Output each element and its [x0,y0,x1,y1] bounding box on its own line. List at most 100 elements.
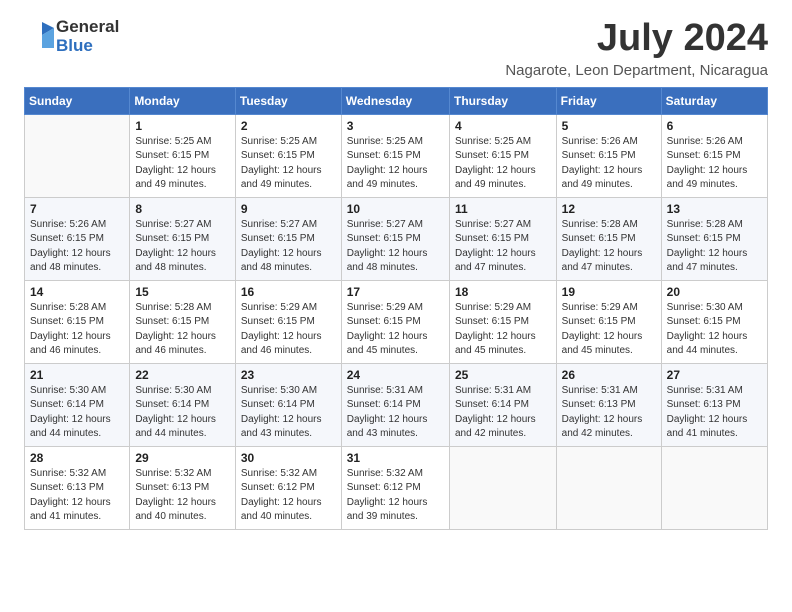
day-info: Sunrise: 5:28 AMSunset: 6:15 PMDaylight:… [30,301,124,359]
weekday-header-tuesday: Tuesday [235,87,341,114]
day-number: 14 [30,285,124,299]
day-info: Sunrise: 5:30 AMSunset: 6:14 PMDaylight:… [135,384,230,442]
weekday-header-saturday: Saturday [661,87,767,114]
day-info: Sunrise: 5:27 AMSunset: 6:15 PMDaylight:… [347,218,444,276]
calendar-body: 1Sunrise: 5:25 AMSunset: 6:15 PMDaylight… [25,114,768,529]
weekday-header-row: SundayMondayTuesdayWednesdayThursdayFrid… [25,87,768,114]
day-info: Sunrise: 5:27 AMSunset: 6:15 PMDaylight:… [455,218,551,276]
day-info: Sunrise: 5:32 AMSunset: 6:13 PMDaylight:… [30,467,124,525]
day-number: 4 [455,119,551,133]
day-number: 7 [30,202,124,216]
calendar-cell: 20Sunrise: 5:30 AMSunset: 6:15 PMDayligh… [661,280,767,363]
day-number: 21 [30,368,124,382]
calendar-cell: 16 Sunrise: 5:29 AMSunset: 6:15 PMDayligh… [235,280,341,363]
calendar-cell: 19 Sunrise: 5:29 AMSunset: 6:15 PMDayligh… [556,280,661,363]
calendar-cell: 26 Sunrise: 5:31 AMSunset: 6:13 PMDayligh… [556,363,661,446]
calendar-cell: 8Sunrise: 5:27 AMSunset: 6:15 PMDaylight… [130,197,236,280]
day-number: 17 [347,285,444,299]
day-number: 12 [562,202,656,216]
weekday-header-thursday: Thursday [449,87,556,114]
day-number: 11 [455,202,551,216]
day-number: 10 [347,202,444,216]
calendar-cell: 1Sunrise: 5:25 AMSunset: 6:15 PMDaylight… [130,114,236,197]
weekday-header-monday: Monday [130,87,236,114]
day-number: 5 [562,119,656,133]
day-info: Sunrise: 5:32 AMSunset: 6:12 PMDaylight:… [241,467,336,525]
weekday-header-friday: Friday [556,87,661,114]
day-info: Sunrise: 5:29 AMSunset: 6:15 PMDaylight:… [562,301,656,359]
day-number: 16 [241,285,336,299]
day-number: 8 [135,202,230,216]
day-info: Sunrise: 5:30 AMSunset: 6:15 PMDaylight:… [667,301,762,359]
day-info: Sunrise: 5:28 AMSunset: 6:15 PMDaylight:… [135,301,230,359]
calendar-cell: 14 Sunrise: 5:28 AMSunset: 6:15 PMDayligh… [25,280,130,363]
month-title: July 2024 [505,18,768,60]
day-info: Sunrise: 5:26 AMSunset: 6:15 PMDaylight:… [667,135,762,193]
day-info: Sunrise: 5:28 AMSunset: 6:15 PMDaylight:… [667,218,762,276]
day-number: 19 [562,285,656,299]
calendar-cell: 24 Sunrise: 5:31 AMSunset: 6:14 PMDayligh… [341,363,449,446]
day-info: Sunrise: 5:27 AMSunset: 6:15 PMDaylight:… [241,218,336,276]
day-info: Sunrise: 5:31 AMSunset: 6:14 PMDaylight:… [455,384,551,442]
weekday-header-wednesday: Wednesday [341,87,449,114]
calendar-cell [25,114,130,197]
day-info: Sunrise: 5:31 AMSunset: 6:13 PMDaylight:… [667,384,762,442]
day-info: Sunrise: 5:25 AMSunset: 6:15 PMDaylight:… [135,135,230,193]
day-number: 26 [562,368,656,382]
calendar-week-row: 1Sunrise: 5:25 AMSunset: 6:15 PMDaylight… [25,114,768,197]
day-number: 27 [667,368,762,382]
calendar-table: SundayMondayTuesdayWednesdayThursdayFrid… [24,87,768,530]
day-info: Sunrise: 5:31 AMSunset: 6:13 PMDaylight:… [562,384,656,442]
day-number: 9 [241,202,336,216]
day-number: 22 [135,368,230,382]
day-number: 28 [30,451,124,465]
calendar-cell: 31 Sunrise: 5:32 AMSunset: 6:12 PMDayligh… [341,446,449,529]
day-info: Sunrise: 5:25 AMSunset: 6:15 PMDaylight:… [455,135,551,193]
calendar-cell: 2Sunrise: 5:25 AMSunset: 6:15 PMDaylight… [235,114,341,197]
calendar-week-row: 7 Sunrise: 5:26 AMSunset: 6:15 PMDaylight… [25,197,768,280]
calendar-week-row: 28 Sunrise: 5:32 AMSunset: 6:13 PMDayligh… [25,446,768,529]
calendar-cell: 10 Sunrise: 5:27 AMSunset: 6:15 PMDayligh… [341,197,449,280]
calendar-cell [661,446,767,529]
day-info: Sunrise: 5:29 AMSunset: 6:15 PMDaylight:… [241,301,336,359]
logo-blue-text: Blue [56,37,119,56]
day-number: 23 [241,368,336,382]
calendar-cell: 13 Sunrise: 5:28 AMSunset: 6:15 PMDayligh… [661,197,767,280]
day-number: 29 [135,451,230,465]
location-title: Nagarote, Leon Department, Nicaragua [505,62,768,79]
day-number: 2 [241,119,336,133]
day-info: Sunrise: 5:32 AMSunset: 6:12 PMDaylight:… [347,467,444,525]
calendar-cell: 27 Sunrise: 5:31 AMSunset: 6:13 PMDayligh… [661,363,767,446]
day-number: 6 [667,119,762,133]
day-info: Sunrise: 5:31 AMSunset: 6:14 PMDaylight:… [347,384,444,442]
title-block: July 2024 Nagarote, Leon Department, Nic… [505,18,768,79]
logo-general-text: General [56,18,119,37]
day-info: Sunrise: 5:30 AMSunset: 6:14 PMDaylight:… [30,384,124,442]
calendar-cell: 28 Sunrise: 5:32 AMSunset: 6:13 PMDayligh… [25,446,130,529]
day-info: Sunrise: 5:26 AMSunset: 6:15 PMDaylight:… [30,218,124,276]
calendar-cell: 9 Sunrise: 5:27 AMSunset: 6:15 PMDaylight… [235,197,341,280]
calendar-week-row: 14 Sunrise: 5:28 AMSunset: 6:15 PMDayligh… [25,280,768,363]
calendar-cell: 12Sunrise: 5:28 AMSunset: 6:15 PMDayligh… [556,197,661,280]
day-number: 13 [667,202,762,216]
calendar-cell: 7 Sunrise: 5:26 AMSunset: 6:15 PMDaylight… [25,197,130,280]
calendar-cell [556,446,661,529]
calendar-cell [449,446,556,529]
day-number: 30 [241,451,336,465]
page: General Blue July 2024 Nagarote, Leon De… [0,0,792,612]
calendar-cell: 29Sunrise: 5:32 AMSunset: 6:13 PMDayligh… [130,446,236,529]
calendar-cell: 4 Sunrise: 5:25 AMSunset: 6:15 PMDaylight… [449,114,556,197]
calendar-cell: 30 Sunrise: 5:32 AMSunset: 6:12 PMDayligh… [235,446,341,529]
day-number: 3 [347,119,444,133]
day-number: 24 [347,368,444,382]
day-number: 31 [347,451,444,465]
calendar-cell: 6 Sunrise: 5:26 AMSunset: 6:15 PMDaylight… [661,114,767,197]
day-info: Sunrise: 5:30 AMSunset: 6:14 PMDaylight:… [241,384,336,442]
calendar-cell: 23 Sunrise: 5:30 AMSunset: 6:14 PMDayligh… [235,363,341,446]
weekday-header-sunday: Sunday [25,87,130,114]
calendar-cell: 22 Sunrise: 5:30 AMSunset: 6:14 PMDayligh… [130,363,236,446]
day-info: Sunrise: 5:25 AMSunset: 6:15 PMDaylight:… [347,135,444,193]
day-info: Sunrise: 5:29 AMSunset: 6:15 PMDaylight:… [455,301,551,359]
calendar-cell: 25 Sunrise: 5:31 AMSunset: 6:14 PMDayligh… [449,363,556,446]
day-number: 25 [455,368,551,382]
